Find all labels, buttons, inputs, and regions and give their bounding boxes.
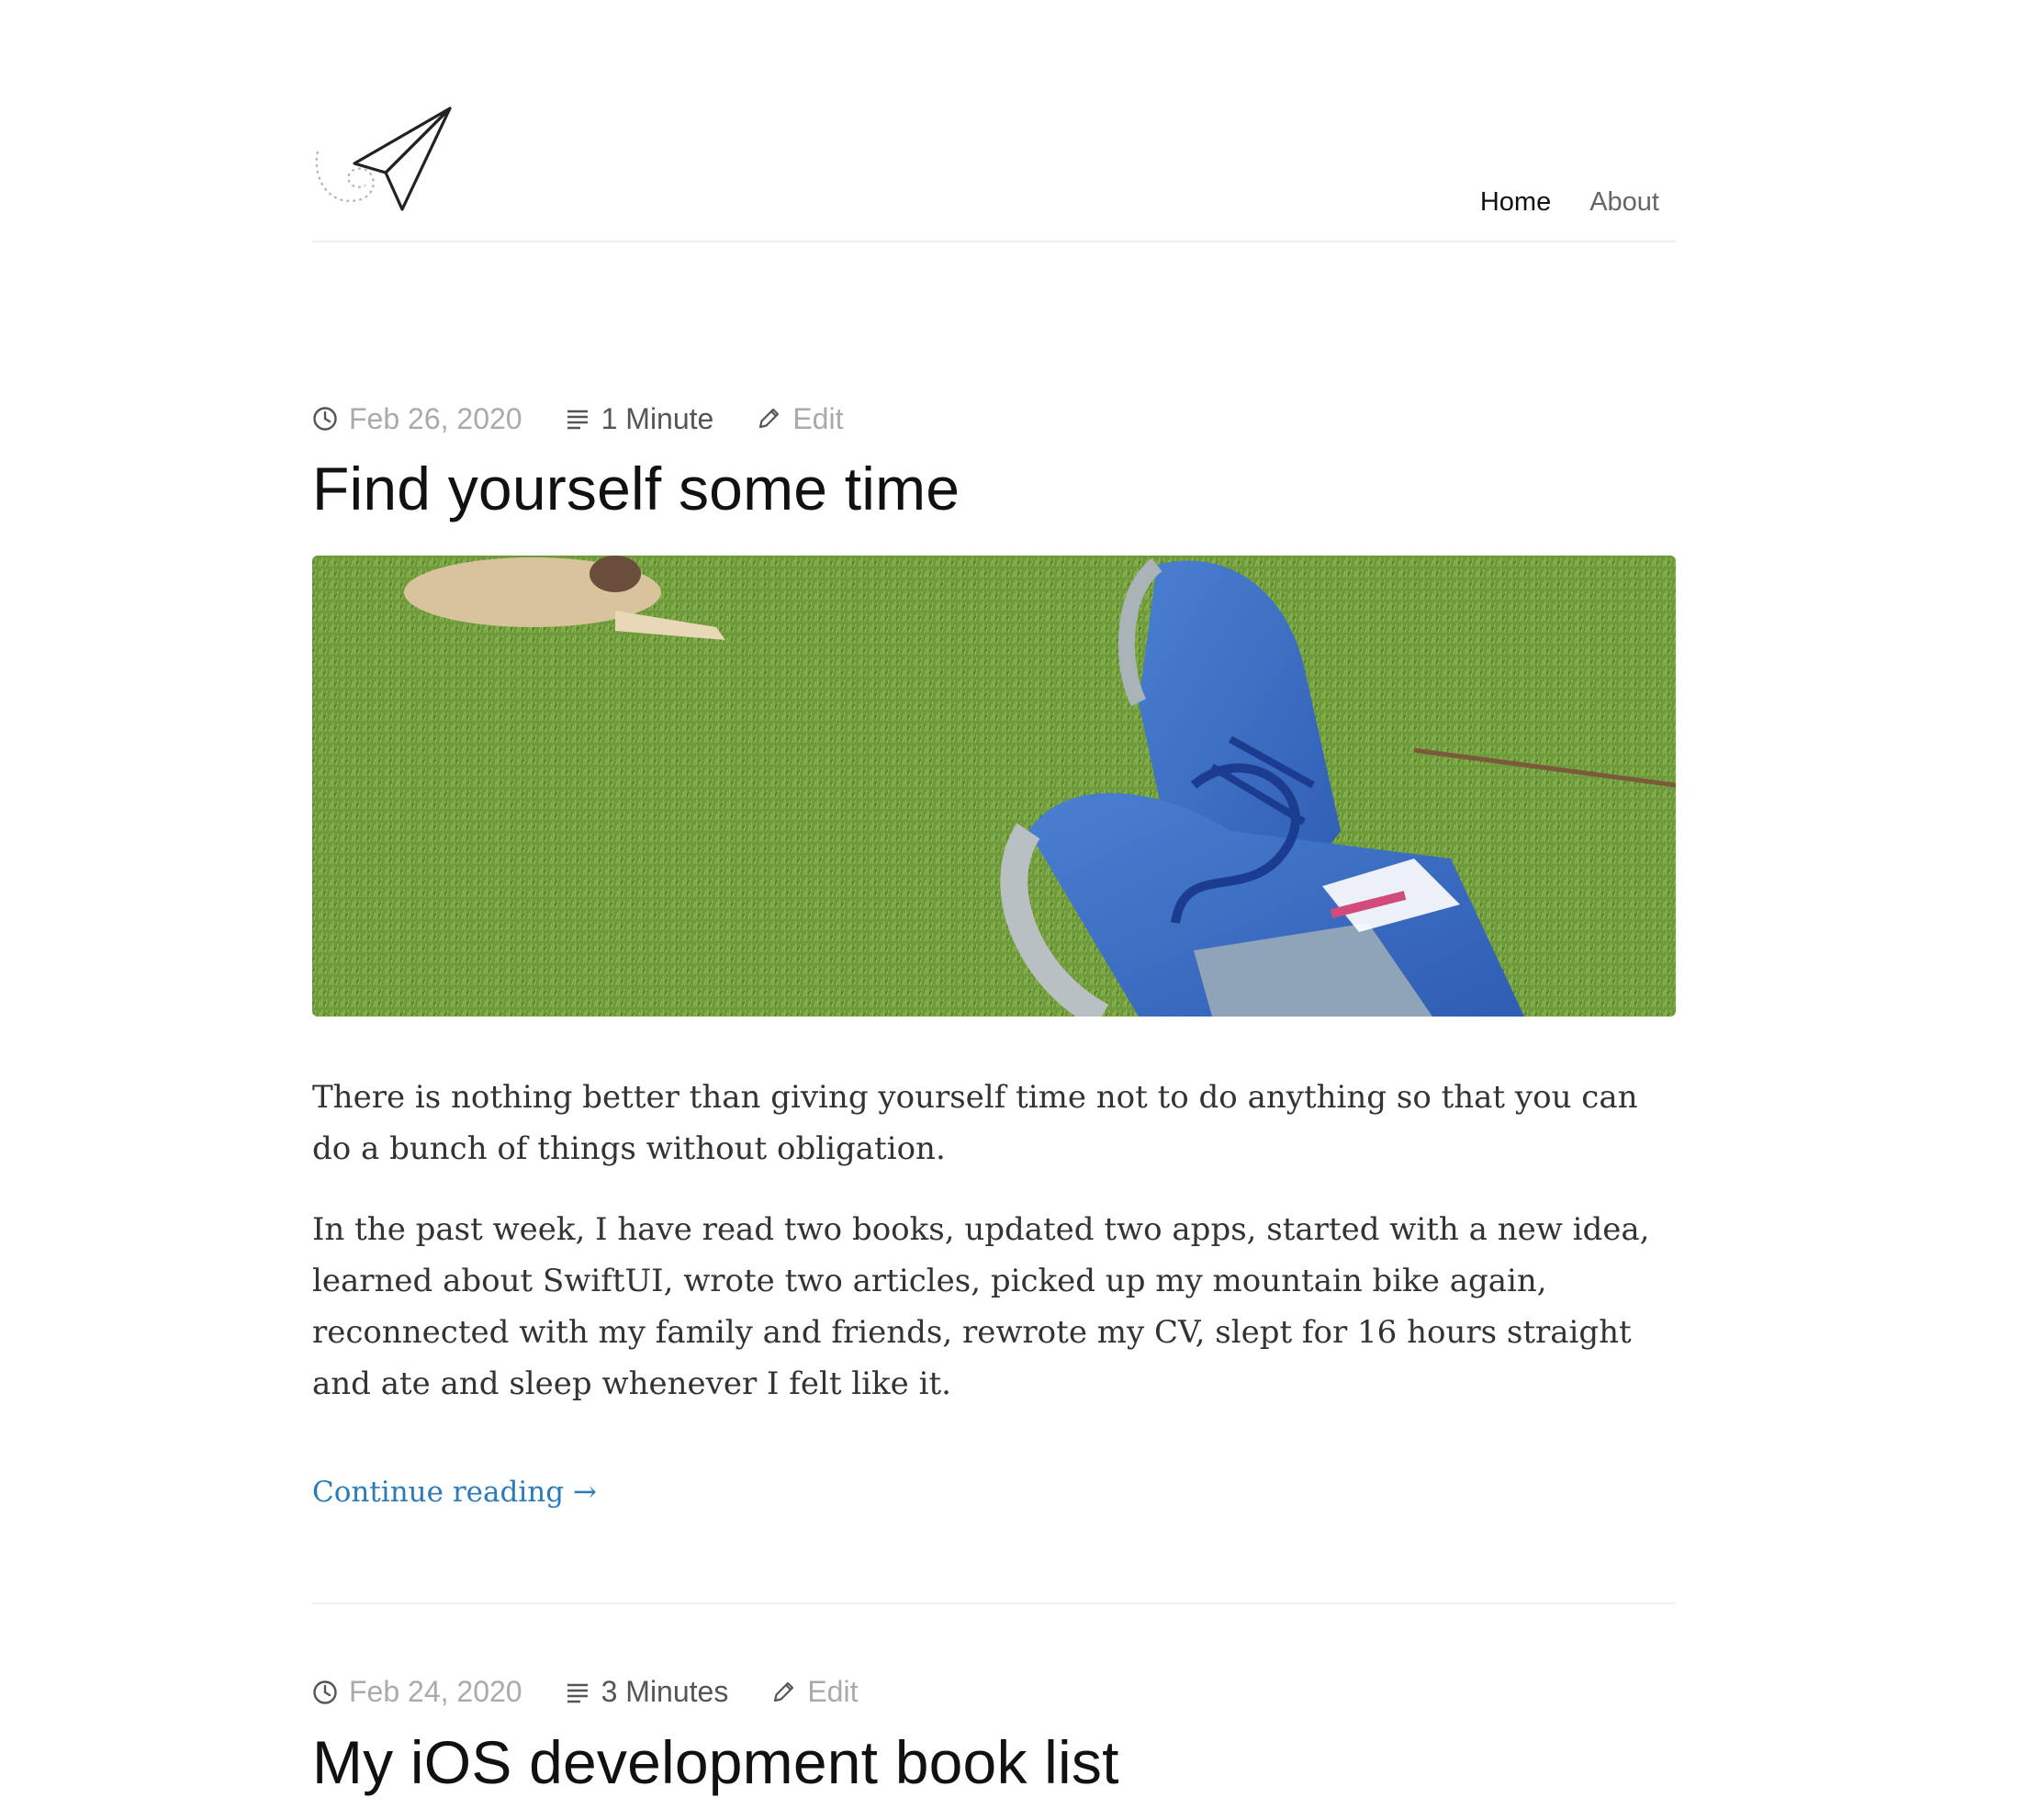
main-nav: Home About [1480,187,1659,218]
text-lines-icon [567,1683,588,1702]
post-card: Feb 24, 2020 3 Minutes Edit My iOS devel… [312,1672,1676,1809]
post-date-text: Feb 24, 2020 [349,1675,522,1709]
post-title[interactable]: My iOS development book list [312,1728,1676,1796]
post-read-time: 3 Minutes [565,1675,729,1709]
post-divider [312,1601,1676,1604]
post-date: Feb 26, 2020 [312,402,522,436]
post-hero-image[interactable] [312,555,1676,1017]
post-edit-link[interactable]: Edit [756,402,843,436]
pencil-icon [759,408,780,429]
post-read-time: 1 Minute [565,401,714,436]
post-excerpt: There is nothing better than giving your… [312,1072,1676,1410]
post-edit-link[interactable]: Edit [770,1675,858,1709]
page-container: Home About Feb 26, 2020 1 Minute Edit Fi… [312,0,1676,1809]
text-lines-icon [567,410,588,430]
clock-icon [313,407,337,431]
post-edit-text: Edit [807,1675,859,1709]
post-read-time-text: 1 Minute [601,401,714,435]
pencil-icon [774,1681,794,1702]
nav-home-link[interactable]: Home [1480,187,1551,218]
post-read-time-text: 3 Minutes [601,1675,729,1709]
post-paragraph: There is nothing better than giving your… [312,1078,1638,1167]
post-meta: Feb 24, 2020 3 Minutes Edit [312,1672,1676,1713]
continue-reading-link[interactable]: Continue reading → [312,1476,597,1509]
post-edit-text: Edit [792,401,844,435]
nav-about-link[interactable]: About [1589,187,1659,218]
post-date-text: Feb 26, 2020 [349,401,522,435]
paper-plane-logo-icon [315,107,452,211]
post-paragraph: In the past week, I have read two books,… [312,1210,1650,1402]
clock-icon [313,1680,337,1704]
post-meta: Feb 26, 2020 1 Minute Edit [312,399,1676,439]
post-title[interactable]: Find yourself some time [312,455,1676,522]
post-date: Feb 24, 2020 [312,1675,522,1709]
site-header: Home About [312,0,1676,242]
post-card: Feb 26, 2020 1 Minute Edit Find yourself… [312,399,1676,1509]
